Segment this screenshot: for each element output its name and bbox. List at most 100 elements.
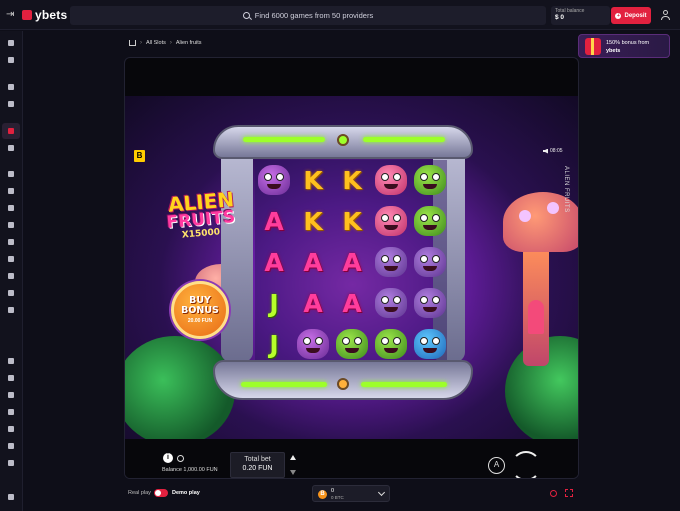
favorite-game-icon[interactable] xyxy=(550,490,557,497)
grid-icon[interactable] xyxy=(7,144,15,152)
share-icon[interactable] xyxy=(7,204,15,212)
chevron-right-icon: › xyxy=(169,40,172,46)
alien-fruit-symbol-icon xyxy=(297,329,329,359)
search-placeholder: Find 6000 games from 50 providers xyxy=(254,11,374,20)
brand-logo[interactable]: ybets xyxy=(22,8,67,22)
currency-code: 0 BTC xyxy=(331,495,344,500)
search-icon xyxy=(242,12,250,19)
reel-cell xyxy=(411,324,449,364)
help-icon[interactable] xyxy=(7,391,15,399)
reel-cell xyxy=(372,242,410,282)
reel-cell xyxy=(255,160,293,200)
alien-fruit-symbol-icon xyxy=(375,288,407,318)
letter-symbol: A xyxy=(342,247,362,277)
home-icon[interactable] xyxy=(7,39,15,47)
letter-symbol: K xyxy=(303,206,323,236)
letter-symbol: J xyxy=(269,288,279,318)
total-bet-box: Total bet 0.20 FUN xyxy=(230,452,285,478)
reel-cell: J xyxy=(255,324,293,364)
table-games-icon[interactable] xyxy=(7,221,15,229)
trophy-icon[interactable] xyxy=(7,357,15,365)
game-controls: i Balance 1,000.00 FUN Total bet 0.20 FU… xyxy=(125,439,578,478)
letter-symbol: J xyxy=(269,329,279,359)
brand-mark-icon xyxy=(22,10,32,20)
breadcrumb-item: Alien fruits xyxy=(175,40,202,46)
bet-increase-icon[interactable] xyxy=(290,455,296,460)
favorite-icon[interactable] xyxy=(7,83,15,91)
total-balance[interactable]: Total balance $ 0 xyxy=(551,6,610,25)
reel-cell xyxy=(333,324,371,364)
letter-symbol: A xyxy=(264,206,284,236)
fullscreen-icon[interactable] xyxy=(565,489,573,497)
alien-fruit-symbol-icon xyxy=(414,329,446,359)
info-icon[interactable]: i xyxy=(163,453,173,463)
alien-fruit-symbol-icon xyxy=(375,329,407,359)
wallet-icon[interactable] xyxy=(7,56,15,64)
alien-fruit-symbol-icon xyxy=(414,288,446,318)
letter-symbol: K xyxy=(342,165,362,195)
alien-fruit-symbol-icon xyxy=(375,206,407,236)
reel-cell xyxy=(411,201,449,241)
flag-icon[interactable] xyxy=(7,459,15,467)
bet-decrease-icon[interactable] xyxy=(290,470,296,475)
chat-icon[interactable] xyxy=(7,374,15,382)
reel-cell: A xyxy=(294,283,332,323)
search-bar[interactable]: Find 6000 games from 50 providers xyxy=(70,6,546,25)
speaker-icon xyxy=(543,148,548,154)
currency-selector[interactable]: B 0 0 BTC xyxy=(312,485,390,502)
deposit-label: Deposit xyxy=(624,12,647,19)
reel-cell: A xyxy=(255,242,293,282)
game-logo: ALIEN FRUITS X15000 xyxy=(153,187,249,240)
real-play-label[interactable]: Real play xyxy=(128,490,151,496)
currency-amount: 0 xyxy=(331,488,335,494)
reel-cell xyxy=(372,160,410,200)
sound-toggle[interactable]: 08:05 xyxy=(543,148,563,154)
live-icon[interactable] xyxy=(7,170,15,178)
support-icon[interactable] xyxy=(7,442,15,450)
capsule-bottom xyxy=(213,360,473,400)
lightning-icon[interactable] xyxy=(7,238,15,246)
collapse-sidebar-icon[interactable]: ⇥ xyxy=(6,9,14,20)
poker-icon[interactable] xyxy=(7,272,15,280)
home-icon[interactable] xyxy=(129,40,136,46)
bonus-promo-banner[interactable]: 150% bonus from ybets xyxy=(578,34,670,58)
gear-icon[interactable] xyxy=(177,455,184,462)
chevron-down-icon xyxy=(377,488,386,497)
capsule-top xyxy=(213,125,473,159)
bitcoin-icon: B xyxy=(318,490,327,499)
promo-icon[interactable] xyxy=(7,425,15,433)
sidebar-item-slots[interactable] xyxy=(2,123,20,139)
buy-bonus-button[interactable]: BUY BONUS 20.00 FUN xyxy=(171,281,229,339)
demo-play-label[interactable]: Demo play xyxy=(172,490,200,496)
letter-symbol: A xyxy=(303,288,323,318)
reel-cell: A xyxy=(294,242,332,282)
capsule-pillar-left xyxy=(221,136,253,362)
reel-cell: A xyxy=(255,201,293,241)
reel-cell: K xyxy=(294,160,332,200)
breadcrumb-item[interactable]: All Slots xyxy=(146,40,166,46)
reel-cell: K xyxy=(294,201,332,241)
vip-icon[interactable] xyxy=(7,408,15,416)
autoplay-button[interactable]: A xyxy=(488,457,505,474)
letter-symbol: A xyxy=(303,247,323,277)
alien-fruit-symbol-icon xyxy=(375,165,407,195)
total-bet-label: Total bet xyxy=(244,456,271,463)
letter-symbol: A xyxy=(342,288,362,318)
game-scene[interactable]: KKAKKAAAJAAJ ALIEN FRUITS X15000 BUY BON… xyxy=(125,96,578,439)
reel-grid: KKAKKAAAJAAJ xyxy=(255,160,447,365)
history-icon[interactable] xyxy=(7,100,15,108)
reel-cell xyxy=(411,283,449,323)
play-mode-bar: Real play Demo play B 0 0 BTC xyxy=(124,484,579,504)
sports-icon[interactable] xyxy=(7,289,15,297)
roulette-icon[interactable] xyxy=(7,187,15,195)
diamond-icon[interactable] xyxy=(7,255,15,263)
logout-icon[interactable] xyxy=(7,493,15,501)
reel-cell xyxy=(372,283,410,323)
spin-button[interactable] xyxy=(511,451,541,478)
key-icon[interactable] xyxy=(7,306,15,314)
user-icon[interactable] xyxy=(661,10,670,20)
gift-icon xyxy=(585,38,601,55)
play-mode-toggle[interactable] xyxy=(154,489,168,497)
deposit-button[interactable]: + Deposit xyxy=(611,7,651,24)
reel-cell xyxy=(294,324,332,364)
